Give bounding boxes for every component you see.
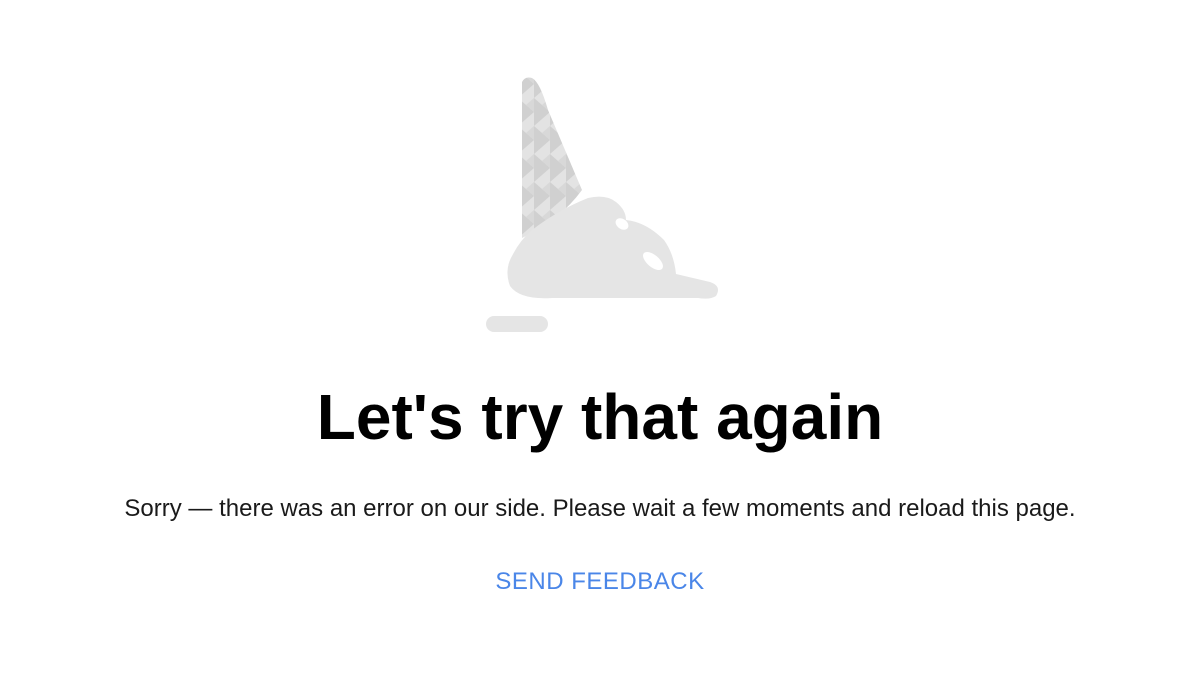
error-page: Let's try that again Sorry — there was a…: [0, 0, 1200, 688]
send-feedback-button[interactable]: SEND FEEDBACK: [487, 565, 712, 599]
error-title: Let's try that again: [316, 381, 884, 453]
feedback-container: SEND FEEDBACK: [0, 565, 1200, 599]
error-message: Sorry — there was an error on our side. …: [124, 495, 1076, 522]
dropped-ice-cream-icon: [470, 70, 740, 340]
